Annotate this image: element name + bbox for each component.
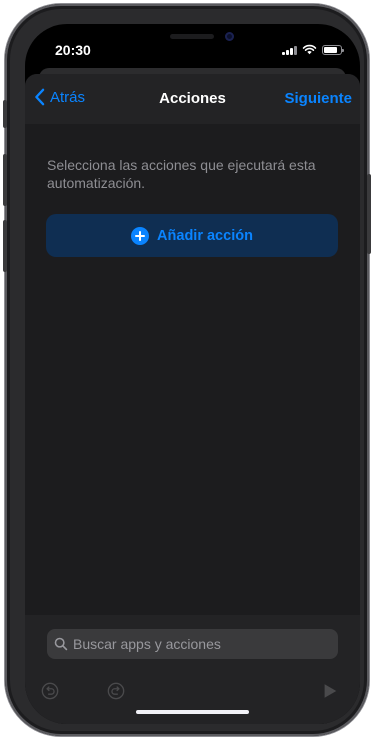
cellular-signal-icon: [282, 45, 297, 55]
plus-circle-icon: [131, 226, 150, 245]
status-icons: [282, 44, 344, 55]
wifi-icon: [302, 44, 317, 55]
screen: 20:30 Atrás Acciones Siguiente Seleccion…: [25, 24, 360, 724]
bottom-panel: [25, 615, 360, 724]
home-indicator[interactable]: [136, 710, 249, 714]
side-button-power: [367, 174, 371, 254]
description-text: Selecciona las acciones que ejecutará es…: [47, 157, 316, 191]
add-action-button[interactable]: Añadir acción: [46, 214, 338, 257]
battery-level: [324, 46, 337, 53]
side-button-volume-up: [3, 154, 7, 206]
front-camera: [225, 32, 234, 41]
side-button-volume-down: [3, 220, 7, 272]
next-button[interactable]: Siguiente: [284, 90, 352, 107]
play-icon[interactable]: [321, 682, 339, 700]
status-time: 20:30: [55, 42, 91, 58]
search-icon: [54, 637, 68, 651]
undo-icon[interactable]: [41, 682, 59, 700]
search-input[interactable]: [73, 636, 338, 652]
add-action-label: Añadir acción: [157, 227, 253, 244]
phone-frame: 20:30 Atrás Acciones Siguiente Seleccion…: [3, 4, 371, 736]
navigation-bar: Atrás Acciones Siguiente: [25, 74, 360, 124]
speaker-grille: [170, 34, 214, 39]
status-bar: 20:30: [25, 24, 360, 68]
notch: [103, 24, 283, 52]
redo-icon[interactable]: [107, 682, 125, 700]
actions-sheet: Atrás Acciones Siguiente Selecciona las …: [25, 74, 360, 724]
battery-icon: [322, 44, 344, 55]
side-button-mute: [3, 100, 7, 128]
search-bar[interactable]: [47, 629, 338, 659]
